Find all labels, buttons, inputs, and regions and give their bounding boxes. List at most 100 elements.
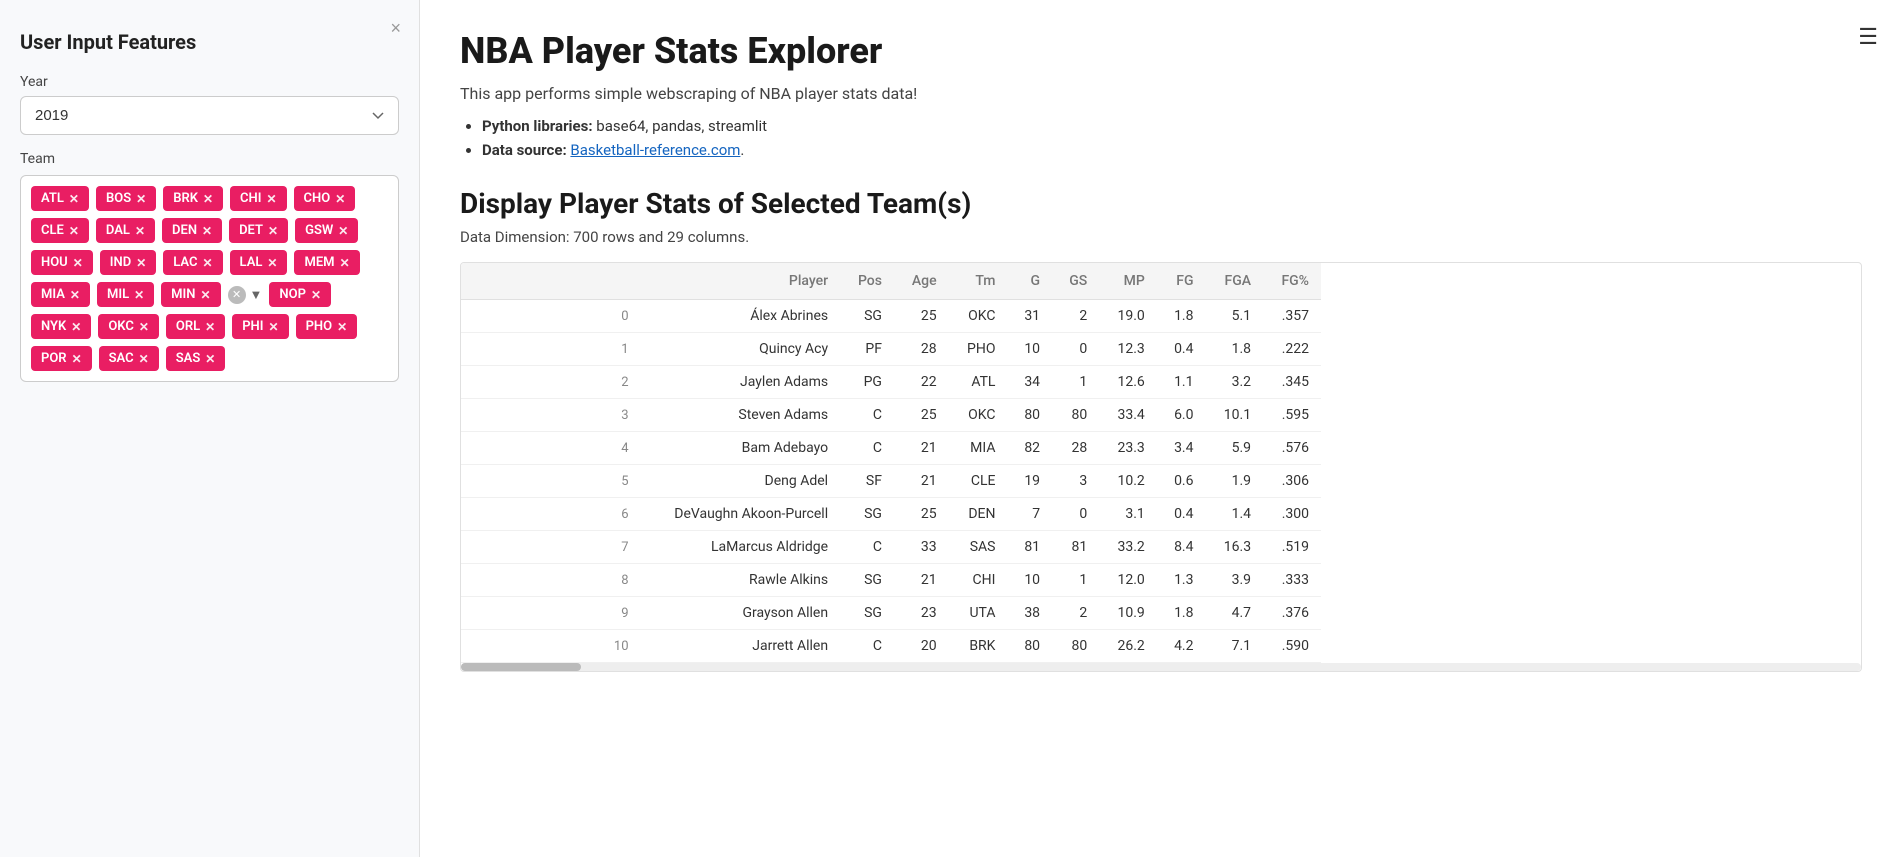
team-tag-nop[interactable]: NOP ✕ <box>269 282 331 307</box>
team-tag-por-label: POR <box>41 351 67 366</box>
team-tag-hou-remove[interactable]: ✕ <box>73 256 83 270</box>
team-tag-atl[interactable]: ATL ✕ <box>31 186 89 211</box>
cell-pos: SF <box>840 465 894 498</box>
cell-gs: 1 <box>1052 564 1099 597</box>
team-tag-orl[interactable]: ORL ✕ <box>166 314 225 339</box>
cell-fgp: .345 <box>1263 366 1321 399</box>
team-tag-sac[interactable]: SAC ✕ <box>99 346 159 371</box>
cell-gs: 0 <box>1052 333 1099 366</box>
team-tag-brk[interactable]: BRK ✕ <box>163 186 223 211</box>
cell-gs: 28 <box>1052 432 1099 465</box>
cell-tm: CLE <box>949 465 1008 498</box>
clear-all-button[interactable]: ✕ <box>228 286 246 304</box>
team-tag-lac-remove[interactable]: ✕ <box>202 256 212 270</box>
cell-fgp: .519 <box>1263 531 1321 564</box>
cell-index: 3 <box>461 399 641 432</box>
team-tag-lal[interactable]: LAL ✕ <box>230 250 288 275</box>
col-header-tm: Tm <box>949 263 1008 300</box>
cell-tm: MIA <box>949 432 1008 465</box>
team-tag-nyk[interactable]: NYK ✕ <box>31 314 91 339</box>
team-label: Team <box>20 151 399 167</box>
team-tag-brk-label: BRK <box>173 191 198 206</box>
team-tag-por-remove[interactable]: ✕ <box>72 352 82 366</box>
team-tag-min[interactable]: MIN ✕ <box>161 282 220 307</box>
horizontal-scrollbar[interactable] <box>461 663 1861 671</box>
table-row: 1 Quincy Acy PF 28 PHO 10 0 12.3 0.4 1.8… <box>461 333 1321 366</box>
team-tag-gsw[interactable]: GSW ✕ <box>295 218 358 243</box>
cell-g: 10 <box>1007 333 1052 366</box>
team-tag-chi-remove[interactable]: ✕ <box>266 192 276 206</box>
team-tag-okc[interactable]: OKC ✕ <box>98 314 159 339</box>
team-tag-mia-remove[interactable]: ✕ <box>70 288 80 302</box>
team-tag-okc-remove[interactable]: ✕ <box>139 320 149 334</box>
table-row: 4 Bam Adebayo C 21 MIA 82 28 23.3 3.4 5.… <box>461 432 1321 465</box>
team-tag-lal-remove[interactable]: ✕ <box>267 256 277 270</box>
team-tag-phi-remove[interactable]: ✕ <box>269 320 279 334</box>
cell-gs: 3 <box>1052 465 1099 498</box>
cell-fga: 5.1 <box>1206 300 1264 333</box>
team-tag-mia[interactable]: MIA ✕ <box>31 282 90 307</box>
team-tag-nyk-remove[interactable]: ✕ <box>71 320 81 334</box>
team-tag-ind-remove[interactable]: ✕ <box>136 256 146 270</box>
team-tag-ind[interactable]: IND ✕ <box>100 250 156 275</box>
cell-index: 7 <box>461 531 641 564</box>
team-tag-hou[interactable]: HOU ✕ <box>31 250 93 275</box>
team-tag-mil[interactable]: MIL ✕ <box>97 282 154 307</box>
scrollbar-thumb[interactable] <box>461 663 581 671</box>
team-tag-chi[interactable]: CHI ✕ <box>230 186 287 211</box>
team-tag-bos[interactable]: BOS ✕ <box>96 186 156 211</box>
team-tag-sac-remove[interactable]: ✕ <box>139 352 149 366</box>
team-tag-por[interactable]: POR ✕ <box>31 346 92 371</box>
team-tag-min-remove[interactable]: ✕ <box>200 288 210 302</box>
team-tag-mem-remove[interactable]: ✕ <box>340 256 350 270</box>
cell-player: Jaylen Adams <box>641 366 841 399</box>
team-tag-phi[interactable]: PHI ✕ <box>232 314 288 339</box>
info-item-datasource: Data source: Basketball-reference.com. <box>482 141 1862 159</box>
team-tag-det-remove[interactable]: ✕ <box>268 224 278 238</box>
cell-index: 2 <box>461 366 641 399</box>
team-tag-orl-remove[interactable]: ✕ <box>205 320 215 334</box>
team-tag-mem[interactable]: MEM ✕ <box>294 250 359 275</box>
team-tag-sas-remove[interactable]: ✕ <box>205 352 215 366</box>
team-tag-mil-remove[interactable]: ✕ <box>134 288 144 302</box>
cell-fgp: .576 <box>1263 432 1321 465</box>
team-tag-nop-remove[interactable]: ✕ <box>311 288 321 302</box>
team-tag-det[interactable]: DET ✕ <box>229 218 288 243</box>
sidebar-close-button[interactable]: × <box>390 18 401 39</box>
hamburger-menu-button[interactable]: ☰ <box>1858 24 1878 50</box>
team-tag-cle[interactable]: CLE ✕ <box>31 218 89 243</box>
cell-age: 25 <box>894 399 949 432</box>
team-tag-min-label: MIN <box>171 287 195 302</box>
team-tag-brk-remove[interactable]: ✕ <box>203 192 213 206</box>
cell-mp: 33.4 <box>1099 399 1157 432</box>
team-tag-den-remove[interactable]: ✕ <box>202 224 212 238</box>
team-tag-cho[interactable]: CHO ✕ <box>294 186 356 211</box>
table-row: 10 Jarrett Allen C 20 BRK 80 80 26.2 4.2… <box>461 630 1321 663</box>
cell-age: 23 <box>894 597 949 630</box>
team-tag-dal-remove[interactable]: ✕ <box>135 224 145 238</box>
cell-index: 10 <box>461 630 641 663</box>
cell-player: Rawle Alkins <box>641 564 841 597</box>
cell-fga: 10.1 <box>1206 399 1264 432</box>
team-tag-lac[interactable]: LAC ✕ <box>163 250 222 275</box>
team-tag-dal[interactable]: DAL ✕ <box>96 218 155 243</box>
stats-table-wrapper: Player Pos Age Tm G GS MP FG FGA FG% 0 Á… <box>460 262 1862 672</box>
team-tag-gsw-remove[interactable]: ✕ <box>338 224 348 238</box>
team-tag-cle-remove[interactable]: ✕ <box>69 224 79 238</box>
team-tag-bos-remove[interactable]: ✕ <box>136 192 146 206</box>
team-tag-sas[interactable]: SAS ✕ <box>166 346 226 371</box>
team-tag-den[interactable]: DEN ✕ <box>162 218 222 243</box>
datasource-link[interactable]: Basketball-reference.com <box>570 141 740 159</box>
cell-fga: 1.4 <box>1206 498 1264 531</box>
year-select[interactable]: 2019 2018 2017 2016 2015 <box>20 96 399 135</box>
cell-player: Deng Adel <box>641 465 841 498</box>
cell-gs: 2 <box>1052 300 1099 333</box>
team-tag-pho[interactable]: PHO ✕ <box>296 314 358 339</box>
tag-dropdown-button[interactable]: ▼ <box>250 287 263 302</box>
team-tag-pho-remove[interactable]: ✕ <box>337 320 347 334</box>
cell-g: 31 <box>1007 300 1052 333</box>
data-dimension: Data Dimension: 700 rows and 29 columns. <box>460 228 1862 246</box>
team-tag-cho-remove[interactable]: ✕ <box>335 192 345 206</box>
cell-fg: 8.4 <box>1157 531 1206 564</box>
team-tag-atl-remove[interactable]: ✕ <box>69 192 79 206</box>
